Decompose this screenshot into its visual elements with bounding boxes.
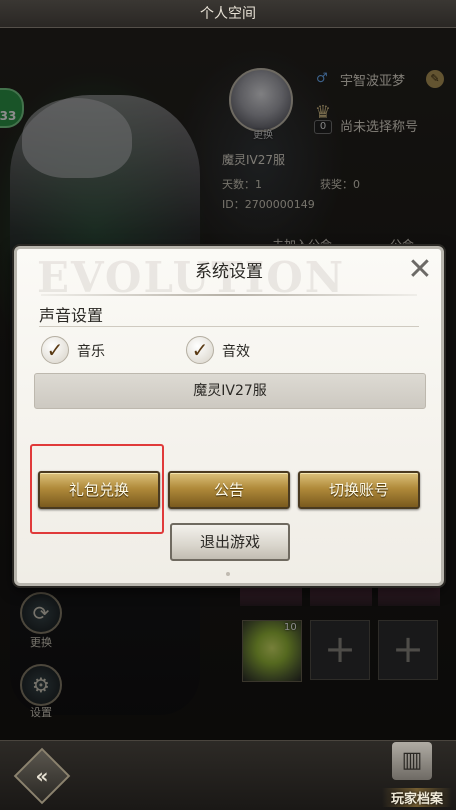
sound-divider [39,326,419,327]
close-icon[interactable]: ✕ [403,253,437,287]
double-chevron-left-icon[interactable]: « [22,756,62,796]
switch-account-button[interactable]: 切换账号 [298,471,420,509]
sound-effects-checkbox[interactable]: ✓ [186,336,214,364]
sound-settings-heading: 声音设置 [39,306,104,325]
player-archive-label[interactable]: 玩家档案 [382,788,452,807]
exit-game-button[interactable]: 退出游戏 [170,523,290,561]
music-label: 音乐 [77,344,105,360]
title-divider [41,294,417,296]
book-archive-icon[interactable]: ▥ [392,742,432,780]
system-settings-dialog: EVOLUTION 系统设置 ✕ 声音设置 ✓ 音乐 ✓ 音效 魔灵IV27服 … [14,246,444,586]
server-name-bar: 魔灵IV27服 [34,373,426,409]
page-title: 个人空间 [0,0,456,28]
sound-effects-label: 音效 [222,344,250,360]
music-checkbox[interactable]: ✓ [41,336,69,364]
notice-button[interactable]: 公告 [168,471,290,509]
dialog-title: 系统设置 [195,262,263,282]
scroll-indicator [226,572,230,576]
highlight-frame [30,444,164,534]
